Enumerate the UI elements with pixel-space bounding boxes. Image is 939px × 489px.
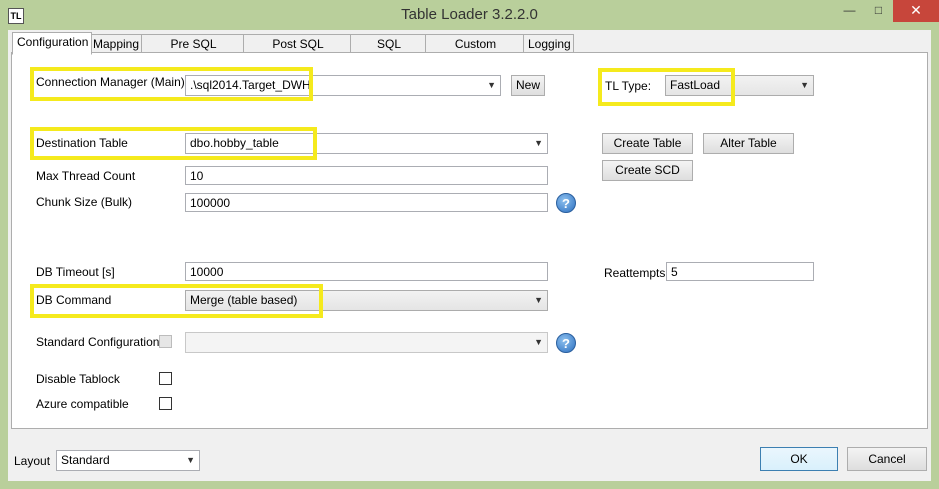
disable-tablock-checkbox[interactable] xyxy=(159,372,172,385)
chevron-down-icon: ▼ xyxy=(800,80,809,90)
ok-button[interactable]: OK xyxy=(760,447,838,471)
window-title: Table Loader 3.2.2.0 xyxy=(401,6,538,23)
db-timeout-label: DB Timeout [s] xyxy=(36,265,115,279)
connection-manager-highlight xyxy=(30,67,313,101)
chevron-down-icon: ▼ xyxy=(534,295,543,305)
layout-label: Layout xyxy=(14,454,51,468)
azure-compatible-checkbox[interactable] xyxy=(159,397,172,410)
help-icon[interactable]: ? xyxy=(556,193,576,213)
layout-value: Standard xyxy=(61,453,110,467)
chevron-down-icon: ▼ xyxy=(534,138,543,148)
help-icon[interactable]: ? xyxy=(556,333,576,353)
destination-table-highlight xyxy=(30,127,317,160)
maximize-icon[interactable]: □ xyxy=(864,0,893,22)
chevron-down-icon: ▼ xyxy=(487,80,496,90)
tab-sql-preview[interactable]: SQL Preview xyxy=(350,34,428,69)
chunk-size-label: Chunk Size (Bulk) xyxy=(36,195,133,209)
chevron-down-icon: ▼ xyxy=(186,455,195,465)
tab-logging[interactable]: Logging xyxy=(523,34,574,54)
db-command-highlight xyxy=(30,284,323,318)
tab-post-sql-statement[interactable]: Post SQL Statement xyxy=(243,34,353,69)
max-thread-count-label: Max Thread Count xyxy=(36,169,136,183)
standard-configuration-checkbox[interactable] xyxy=(159,335,172,348)
create-scd-button[interactable]: Create SCD xyxy=(602,160,693,181)
minimize-icon[interactable]: — xyxy=(835,0,864,22)
tl-type-highlight xyxy=(598,68,735,106)
chunk-size-input[interactable]: 100000 xyxy=(185,193,548,212)
tab-custom-command[interactable]: Custom Command xyxy=(425,34,526,69)
close-icon[interactable]: ✕ xyxy=(893,0,939,22)
max-thread-count-input[interactable]: 10 xyxy=(185,166,548,185)
tab-configuration[interactable]: Configuration xyxy=(12,32,92,55)
azure-compatible-label: Azure compatible xyxy=(36,397,129,411)
standard-configuration-select[interactable]: ▼ xyxy=(185,332,548,353)
reattempts-input[interactable]: 5 xyxy=(666,262,814,281)
chevron-down-icon: ▼ xyxy=(534,337,543,347)
configuration-panel xyxy=(11,52,928,429)
tab-pre-sql-statement[interactable]: Pre SQL Statement xyxy=(141,34,246,69)
disable-tablock-label: Disable Tablock xyxy=(36,372,120,386)
layout-select[interactable]: Standard ▼ xyxy=(56,450,200,471)
reattempts-label: Reattempts xyxy=(604,266,666,280)
tab-mapping[interactable]: Mapping xyxy=(87,34,145,54)
db-timeout-input[interactable]: 10000 xyxy=(185,262,548,281)
new-button[interactable]: New xyxy=(511,75,545,96)
alter-table-button[interactable]: Alter Table xyxy=(703,133,794,154)
cancel-button[interactable]: Cancel xyxy=(847,447,927,471)
standard-configuration-label: Standard Configuration xyxy=(36,335,160,349)
create-table-button[interactable]: Create Table xyxy=(602,133,693,154)
